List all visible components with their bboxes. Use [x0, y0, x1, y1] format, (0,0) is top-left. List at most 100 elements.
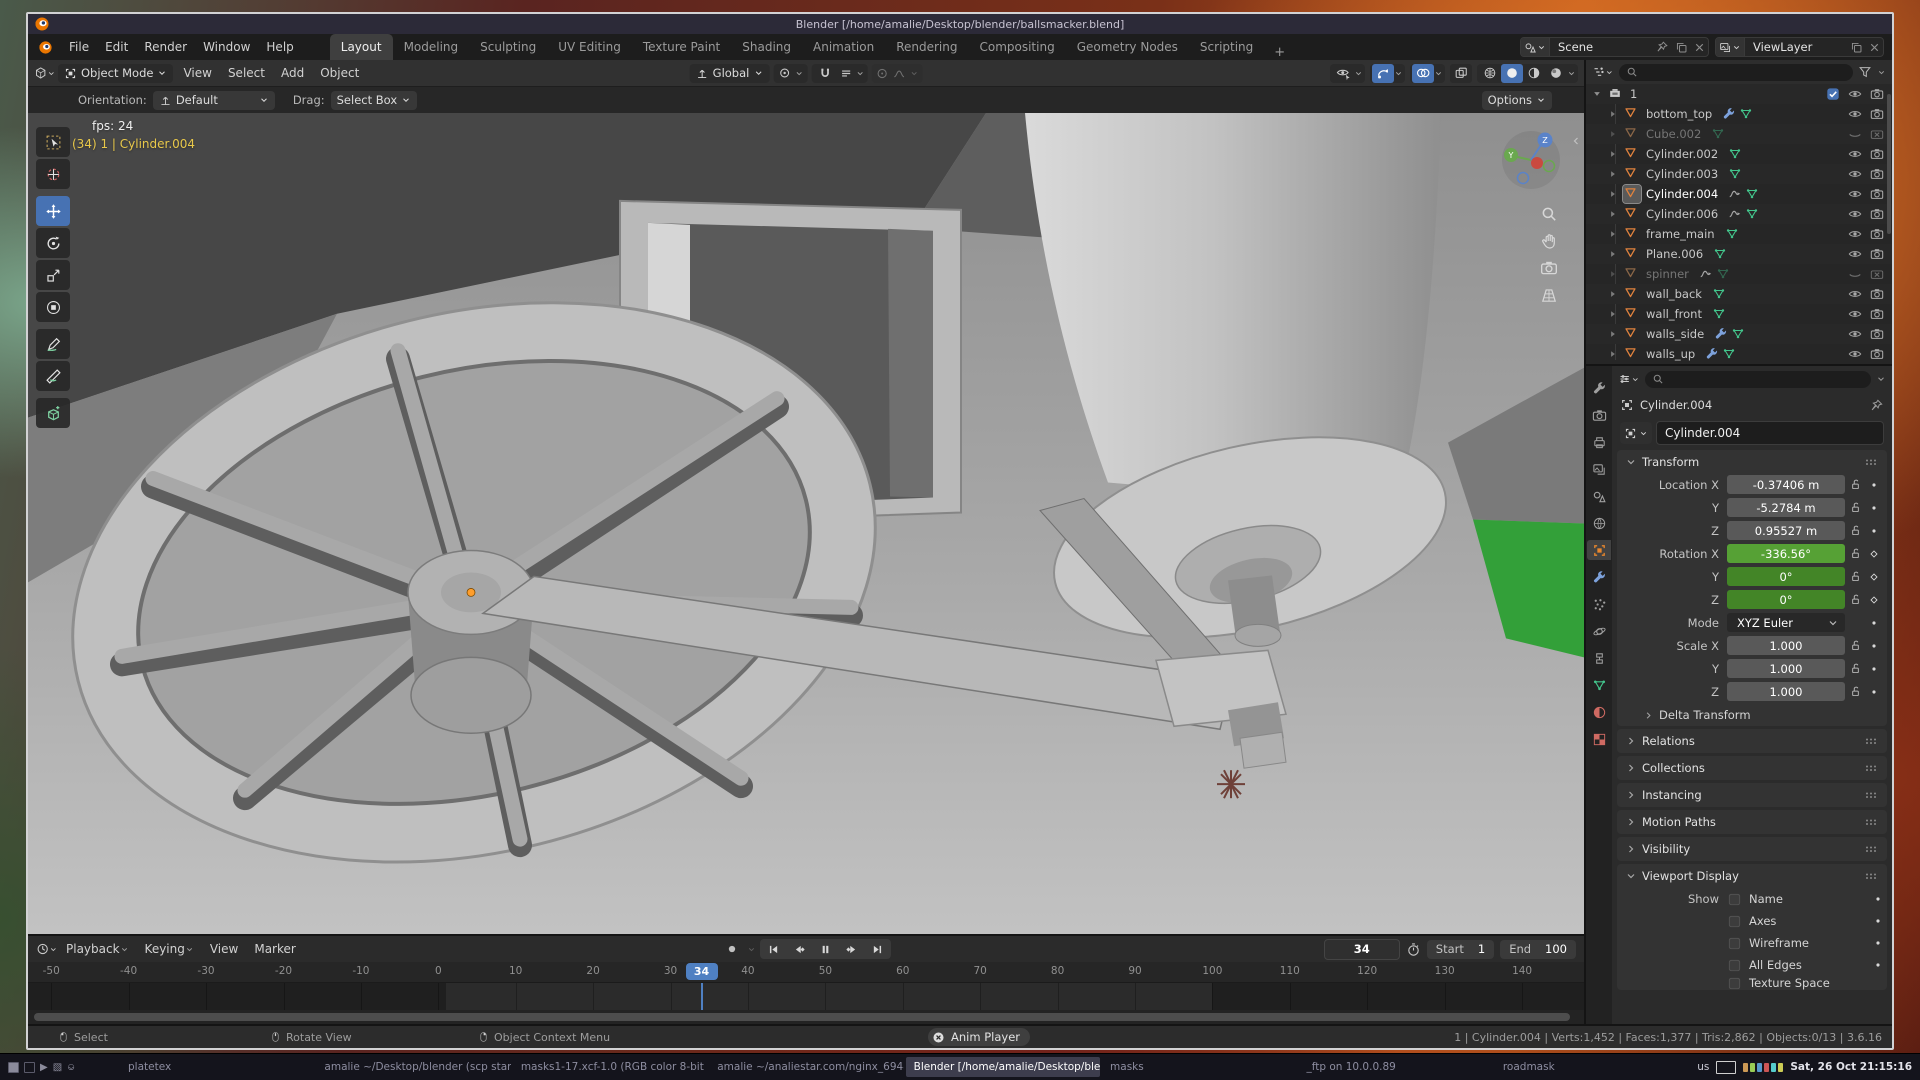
anim-player-badge[interactable]: Anim Player: [928, 1028, 1030, 1046]
disclosure-icon[interactable]: [1608, 169, 1623, 179]
animate-dot-icon[interactable]: [1872, 937, 1884, 949]
value-field[interactable]: -336.56°: [1727, 544, 1845, 563]
eye-icon[interactable]: [1848, 267, 1862, 281]
properties-tab-constraints[interactable]: [1587, 648, 1611, 668]
camera-icon[interactable]: [1870, 207, 1884, 221]
disclosure-icon[interactable]: [1608, 209, 1623, 219]
timeline-ruler[interactable]: -50-40-30-20-100102030405060708090100110…: [28, 962, 1584, 983]
keyframe-diamond-icon[interactable]: [1868, 594, 1880, 606]
shading-material-button[interactable]: [1523, 64, 1545, 83]
taskbar-window-button[interactable]: amalie ~/Desktop/blender (scp stampfile.…: [316, 1057, 510, 1077]
taskbar-window-button[interactable]: roadmask: [1495, 1057, 1689, 1077]
disclosure-icon[interactable]: [1608, 229, 1623, 239]
tool-annotate-button[interactable]: [36, 329, 70, 359]
previous-keyframe-button[interactable]: [787, 940, 812, 958]
properties-tab-object[interactable]: [1587, 540, 1611, 560]
pin-icon[interactable]: [1869, 398, 1884, 413]
scene-3d[interactable]: [28, 113, 1584, 934]
animate-dot-icon[interactable]: [1868, 640, 1880, 652]
lock-icon[interactable]: [1849, 570, 1862, 583]
tool-rotate-button[interactable]: [36, 228, 70, 258]
outliner-row[interactable]: walls_up: [1586, 344, 1892, 364]
tab-scripting[interactable]: Scripting: [1189, 34, 1264, 60]
close-icon[interactable]: [1866, 41, 1883, 54]
shading-wireframe-button[interactable]: [1479, 64, 1501, 83]
frame-end-field[interactable]: End100: [1500, 940, 1576, 959]
eye-icon[interactable]: [1848, 347, 1862, 361]
properties-tab-material[interactable]: [1587, 702, 1611, 722]
orientation-dropdown[interactable]: Global: [690, 64, 770, 83]
taskbar-window-button[interactable]: masks1-17.xcf-1.0 (RGB color 8-bit gam..…: [513, 1057, 707, 1077]
disclosure-icon[interactable]: [1608, 249, 1623, 259]
eye-icon[interactable]: [1848, 187, 1862, 201]
visibility-toggle[interactable]: [1332, 64, 1354, 83]
eye-icon[interactable]: [1848, 327, 1862, 341]
checkbox-icon[interactable]: [1727, 976, 1742, 990]
menu-help[interactable]: Help: [258, 40, 301, 54]
viewport-grid-icon[interactable]: [1540, 286, 1558, 304]
value-field[interactable]: 0°: [1727, 567, 1845, 586]
disclosure-icon[interactable]: [1608, 329, 1623, 339]
eye-icon[interactable]: [1848, 127, 1862, 141]
properties-tab-physics[interactable]: [1587, 621, 1611, 641]
outliner-row[interactable]: spinner: [1586, 264, 1892, 284]
chevron-down-icon[interactable]: [855, 69, 864, 78]
lock-icon[interactable]: [1849, 478, 1862, 491]
disclosure-icon[interactable]: [1608, 289, 1623, 299]
close-icon[interactable]: [1691, 41, 1708, 54]
panel-visibility[interactable]: Visibility: [1617, 837, 1887, 861]
playhead-label[interactable]: 34: [686, 963, 718, 980]
keyboard-layout[interactable]: us: [1697, 1061, 1709, 1073]
pin-icon[interactable]: [1652, 40, 1672, 54]
tab-rendering[interactable]: Rendering: [885, 34, 968, 60]
animate-dot-icon[interactable]: [1868, 617, 1880, 629]
properties-editor-type-button[interactable]: [1618, 370, 1640, 389]
animate-dot-icon[interactable]: [1868, 525, 1880, 537]
eye-icon[interactable]: [1848, 227, 1862, 241]
outliner-row[interactable]: Cylinder.006: [1586, 204, 1892, 224]
properties-tab-tool[interactable]: [1587, 378, 1611, 398]
properties-search-input[interactable]: [1645, 371, 1871, 388]
tab-compositing[interactable]: Compositing: [968, 34, 1065, 60]
menu-render[interactable]: Render: [136, 40, 195, 54]
checkbox-icon[interactable]: [1727, 892, 1742, 907]
xray-toggle[interactable]: [1450, 64, 1472, 83]
eye-icon[interactable]: [1848, 287, 1862, 301]
eye-icon[interactable]: [1848, 207, 1862, 221]
window-titlebar[interactable]: Blender [/home/amalie/Desktop/blender/ba…: [28, 14, 1892, 34]
lock-icon[interactable]: [1849, 547, 1862, 560]
collection-checkbox[interactable]: [1826, 87, 1840, 101]
tool-measure-button[interactable]: [36, 361, 70, 391]
panel-relations[interactable]: Relations: [1617, 729, 1887, 753]
properties-tab-texture[interactable]: [1587, 729, 1611, 749]
camera-icon[interactable]: [1870, 327, 1884, 341]
eye-icon[interactable]: [1848, 167, 1862, 181]
tab-uv-editing[interactable]: UV Editing: [547, 34, 632, 60]
tool-add-cube-button[interactable]: [36, 398, 70, 428]
tool-select-box-button[interactable]: [36, 127, 70, 157]
tab-geometry-nodes[interactable]: Geometry Nodes: [1066, 34, 1189, 60]
stop-icon[interactable]: [932, 1031, 945, 1044]
lock-icon[interactable]: [1849, 501, 1862, 514]
disclosure-icon[interactable]: [1608, 189, 1623, 199]
menu-window[interactable]: Window: [195, 40, 258, 54]
lock-icon[interactable]: [1849, 639, 1862, 652]
timeline-body[interactable]: [28, 983, 1584, 1010]
camera-icon[interactable]: [1870, 167, 1884, 181]
camera-icon[interactable]: [1870, 267, 1884, 281]
jump-to-end-button[interactable]: [865, 940, 890, 958]
value-field[interactable]: -5.2784 m: [1727, 498, 1845, 517]
scene-icon[interactable]: [1521, 38, 1550, 56]
scrollbar-thumb[interactable]: [34, 1013, 1570, 1021]
camera-icon[interactable]: [1870, 227, 1884, 241]
tool-orientation-dropdown[interactable]: Default: [153, 91, 275, 110]
pivot-dropdown[interactable]: [773, 64, 807, 83]
timeline-menu-keying[interactable]: Keying: [137, 942, 202, 956]
chevron-down-icon[interactable]: [1876, 374, 1886, 384]
animate-dot-icon[interactable]: [1868, 479, 1880, 491]
grip-icon[interactable]: [1863, 760, 1879, 776]
tab-animation[interactable]: Animation: [802, 34, 885, 60]
timeline-menu-marker[interactable]: Marker: [246, 942, 303, 956]
view-layer-icon[interactable]: [1716, 38, 1745, 56]
viewport-camera-icon[interactable]: [1540, 259, 1558, 277]
